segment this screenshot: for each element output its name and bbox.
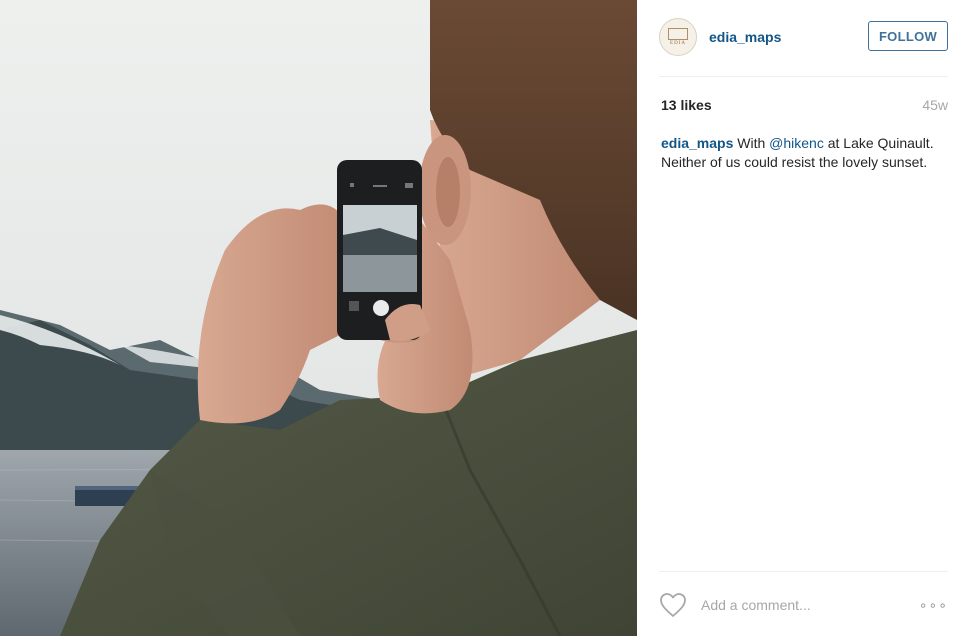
post-meta: 13 likes 45w bbox=[661, 97, 948, 113]
avatar[interactable]: EDIA bbox=[659, 18, 697, 56]
caption-text-before: With bbox=[733, 135, 770, 151]
post-container: EDIA edia_maps FOLLOW 13 likes 45w edia_… bbox=[0, 0, 972, 636]
more-options-icon[interactable]: ∘∘∘ bbox=[919, 597, 948, 614]
map-logo-icon bbox=[668, 28, 688, 40]
post-age[interactable]: 45w bbox=[922, 97, 948, 113]
caption-mention-link[interactable]: @hikenc bbox=[769, 135, 824, 151]
post-footer: ∘∘∘ bbox=[659, 589, 948, 621]
follow-button[interactable]: FOLLOW bbox=[868, 21, 948, 51]
likes-count[interactable]: 13 likes bbox=[661, 97, 712, 113]
caption-username-link[interactable]: edia_maps bbox=[661, 135, 733, 151]
heart-outline-icon[interactable] bbox=[659, 592, 687, 618]
post-header: EDIA edia_maps FOLLOW bbox=[659, 17, 948, 57]
post-caption: edia_maps With @hikenc at Lake Quinault.… bbox=[661, 134, 951, 172]
post-photo[interactable] bbox=[0, 0, 637, 636]
comment-input[interactable] bbox=[699, 596, 903, 614]
post-details-panel: EDIA edia_maps FOLLOW 13 likes 45w edia_… bbox=[637, 0, 972, 636]
photo-illustration bbox=[0, 0, 637, 636]
footer-divider bbox=[659, 571, 948, 572]
avatar-logo-text: EDIA bbox=[670, 41, 686, 46]
header-divider bbox=[659, 76, 948, 77]
username-link[interactable]: edia_maps bbox=[709, 29, 781, 45]
